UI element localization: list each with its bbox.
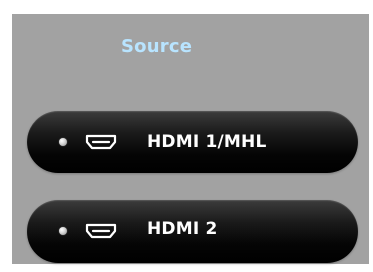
panel-top-edge <box>0 0 373 14</box>
panel-bottom-edge <box>0 264 373 272</box>
source-label: HDMI 2 <box>147 219 218 239</box>
hdmi-icon <box>85 134 117 150</box>
source-button-hdmi-1-mhl[interactable]: HDMI 1/MHL <box>27 111 358 173</box>
source-label: HDMI 1/MHL <box>147 132 267 152</box>
panel-right-edge <box>369 0 373 272</box>
page-title: Source <box>121 36 193 57</box>
status-dot <box>59 227 67 235</box>
panel-left-edge <box>0 0 12 272</box>
hdmi-icon <box>85 223 117 239</box>
status-dot <box>59 138 67 146</box>
source-button-hdmi-2[interactable]: HDMI 2 <box>27 200 358 263</box>
